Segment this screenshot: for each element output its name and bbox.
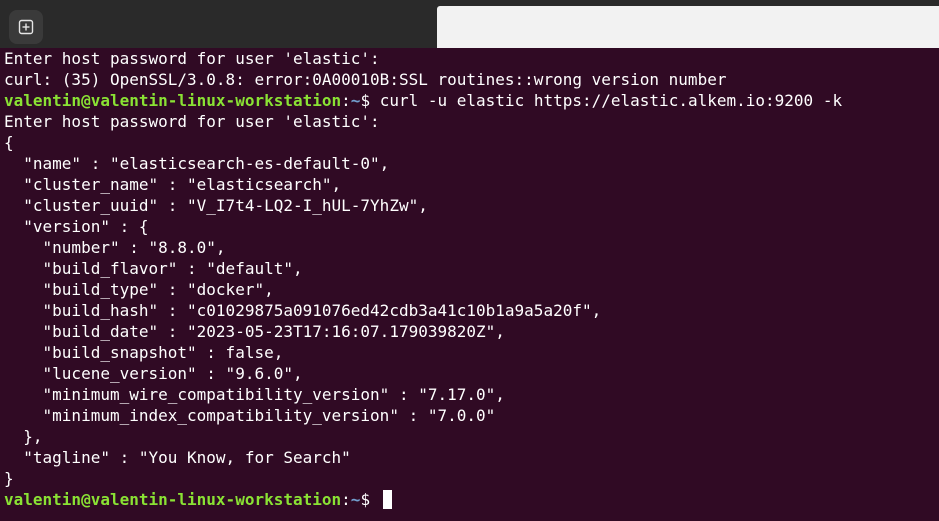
new-tab-button[interactable] (9, 10, 43, 44)
output-line: } (4, 469, 14, 488)
output-line: "name" : "elasticsearch-es-default-0", (4, 154, 390, 173)
prompt-path: ~ (350, 490, 361, 509)
output-line: "build_snapshot" : false, (4, 343, 284, 362)
output-line: "minimum_wire_compatibility_version" : "… (4, 385, 505, 404)
output-line: "number" : "8.8.0", (4, 238, 226, 257)
text-cursor (382, 490, 392, 509)
terminal-window: Enter host password for user 'elastic': … (0, 0, 939, 521)
prompt-user-host: valentin@valentin-linux-workstation (4, 91, 342, 110)
output-line: { (4, 133, 14, 152)
output-line: "build_hash" : "c01029875a091076ed42cdb3… (4, 301, 602, 320)
prompt-line[interactable]: valentin@valentin-linux-workstation:~$ (4, 489, 392, 510)
title-bar (0, 0, 939, 48)
output-line: curl: (35) OpenSSL/3.0.8: error:0A00010B… (4, 70, 727, 89)
command-line: valentin@valentin-linux-workstation:~$ c… (4, 90, 842, 111)
output-line: "tagline" : "You Know, for Search" (4, 448, 351, 467)
command-text: curl -u elastic https://elastic.alkem.io… (379, 91, 843, 110)
new-tab-icon (18, 19, 34, 35)
output-line: "build_date" : "2023-05-23T17:16:07.1790… (4, 322, 505, 341)
output-line: "lucene_version" : "9.6.0", (4, 364, 303, 383)
background-window (437, 6, 939, 48)
prompt-separator: : (341, 490, 351, 509)
prompt-separator: : (341, 91, 351, 110)
terminal-output[interactable]: Enter host password for user 'elastic': … (0, 48, 939, 521)
prompt-symbol: $ (360, 490, 380, 509)
output-line: "minimum_index_compatibility_version" : … (4, 406, 496, 425)
prompt-symbol: $ (360, 91, 380, 110)
output-line: "cluster_name" : "elasticsearch", (4, 175, 342, 194)
prompt-path: ~ (350, 91, 361, 110)
output-line: "build_type" : "docker", (4, 280, 274, 299)
output-line: "version" : { (4, 217, 149, 236)
output-line: Enter host password for user 'elastic': (4, 112, 380, 131)
output-line: "cluster_uuid" : "V_I7t4-LQ2-I_hUL-7YhZw… (4, 196, 428, 215)
output-line: "build_flavor" : "default", (4, 259, 303, 278)
prompt-user-host: valentin@valentin-linux-workstation (4, 490, 342, 509)
output-line: }, (4, 427, 43, 446)
output-line: Enter host password for user 'elastic': (4, 49, 380, 68)
